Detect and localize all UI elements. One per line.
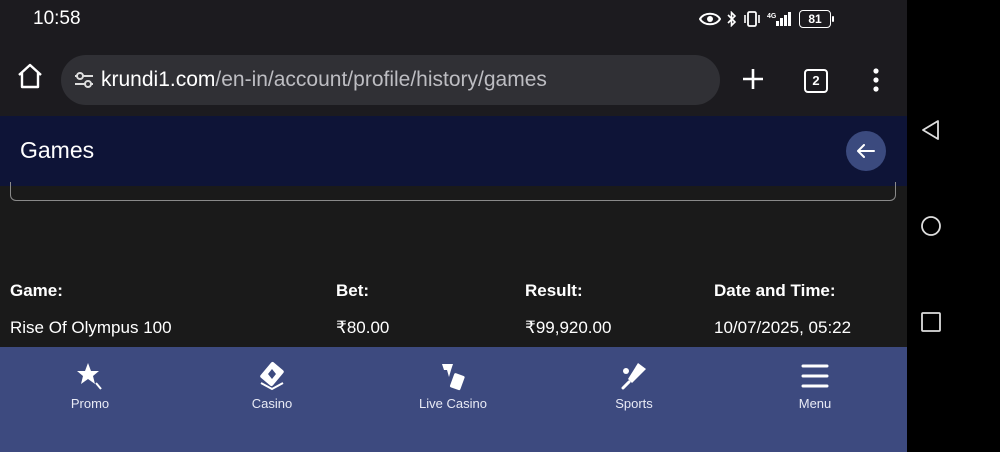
hamburger-icon xyxy=(801,364,829,388)
nav-label-casino: Casino xyxy=(251,396,293,411)
status-bar: 10:58 4G 81 xyxy=(0,0,907,40)
cell-game: Rise Of Olympus 100 xyxy=(10,318,172,337)
column-header-game: Game: xyxy=(10,281,63,300)
nav-item-casino[interactable]: Casino xyxy=(212,347,332,452)
bottom-nav: Promo Casino Live Casino Sports Menu xyxy=(0,347,907,452)
browser-toolbar: krundi1.com/en-in/account/profile/histor… xyxy=(0,40,907,116)
new-tab-icon[interactable] xyxy=(738,64,768,94)
svg-text:4G: 4G xyxy=(767,13,777,20)
nav-item-sports[interactable]: Sports xyxy=(574,347,694,452)
column-header-date: Date and Time: xyxy=(714,281,836,300)
page-header: Games xyxy=(0,116,907,186)
games-history-content: Game: Bet: Result: Date and Time: Rise O… xyxy=(0,182,907,347)
cell-bet: ₹80.00 xyxy=(336,318,390,337)
arrow-left-icon xyxy=(857,144,875,158)
page-title: Games xyxy=(20,137,95,163)
nav-item-live-casino[interactable]: Live Casino xyxy=(393,347,513,452)
url-text[interactable]: krundi1.com/en-in/account/profile/histor… xyxy=(101,68,547,92)
cell-result: ₹99,920.00 xyxy=(525,318,612,337)
site-settings-icon[interactable] xyxy=(73,69,95,91)
nav-label-promo: Promo xyxy=(70,396,110,411)
nav-label-sports: Sports xyxy=(615,396,653,411)
vibrate-icon xyxy=(744,11,760,27)
column-header-result: Result: xyxy=(525,281,583,300)
status-time: 10:58 xyxy=(33,8,81,29)
url-domain: krundi1.com xyxy=(101,68,216,91)
home-icon[interactable] xyxy=(14,60,46,92)
system-recents-icon[interactable] xyxy=(919,310,943,334)
status-icons: 4G 81 xyxy=(699,9,834,29)
phone-screen: 10:58 4G 81 krundi1.com/en-in/account/pr… xyxy=(0,0,907,452)
back-button[interactable] xyxy=(846,131,886,171)
nav-item-promo[interactable]: Promo xyxy=(30,347,150,452)
more-options-icon[interactable] xyxy=(866,67,886,93)
system-back-icon[interactable] xyxy=(919,118,943,142)
nav-label-live-casino: Live Casino xyxy=(419,396,487,411)
signal-4g-icon: 4G xyxy=(767,12,791,26)
bluetooth-icon xyxy=(727,11,737,27)
filter-box xyxy=(10,182,896,201)
eye-icon xyxy=(699,12,721,26)
tab-switcher-button[interactable]: 2 xyxy=(804,69,828,93)
url-path: /en-in/account/profile/history/games xyxy=(215,68,547,91)
url-field[interactable]: krundi1.com/en-in/account/profile/histor… xyxy=(61,55,720,105)
nav-item-menu[interactable]: Menu xyxy=(755,347,875,452)
star-icon xyxy=(77,363,102,390)
nav-label-menu: Menu xyxy=(798,396,832,411)
cards-icon xyxy=(260,362,284,391)
sports-icon xyxy=(621,363,646,390)
system-home-icon[interactable] xyxy=(919,214,943,238)
cell-date: 10/07/2025, 05:22 xyxy=(714,318,852,337)
column-header-bet: Bet: xyxy=(336,281,370,300)
dealer-icon xyxy=(442,364,465,391)
battery-indicator: 81 xyxy=(799,10,834,28)
